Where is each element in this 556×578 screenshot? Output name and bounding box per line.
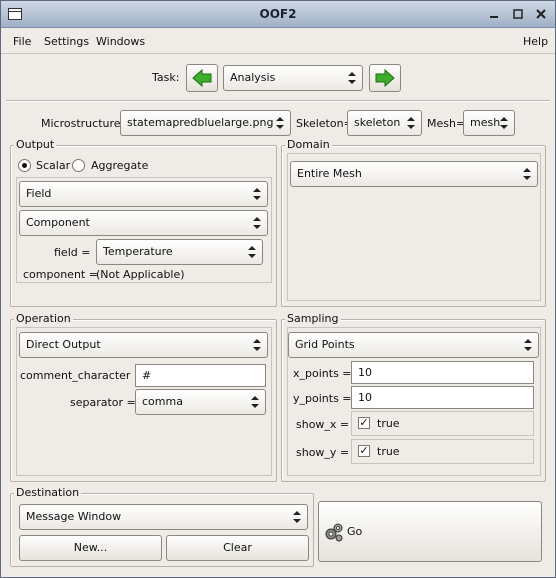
combo-arrows-icon (253, 188, 261, 200)
destination-select[interactable]: Message Window (19, 504, 308, 530)
combo-arrows-icon (293, 511, 301, 523)
task-label: Task: (152, 71, 180, 84)
sampling-title: Sampling (285, 312, 341, 325)
combo-arrows-icon (248, 246, 256, 258)
go-button[interactable]: Go (318, 501, 542, 562)
operation-title: Operation (14, 312, 73, 325)
y-points-input[interactable]: 10 (351, 386, 534, 409)
skeleton-value: skeleton (354, 116, 401, 129)
comment-character-label: comment_character = (20, 369, 144, 382)
combo-arrows-icon (251, 396, 259, 408)
show-x-label: show_x = (296, 418, 350, 431)
combo-arrows-icon (524, 339, 532, 351)
component-type-select[interactable]: Component (19, 210, 268, 236)
operation-value: Direct Output (26, 338, 101, 351)
clear-destination-button[interactable]: Clear (166, 535, 309, 561)
sampling-value: Grid Points (295, 338, 355, 351)
mesh-select[interactable]: mesh (463, 110, 515, 136)
combo-arrows-icon (407, 117, 415, 129)
combo-arrows-icon (348, 72, 356, 84)
separator-label: separator = (70, 396, 136, 409)
show-y-value: true (377, 445, 400, 458)
separator-select[interactable]: comma (135, 389, 266, 415)
sampling-select[interactable]: Grid Points (288, 332, 539, 358)
title-bar: OOF2 (1, 1, 555, 28)
separator-value: comma (142, 395, 183, 408)
mesh-label: Mesh= (427, 117, 466, 130)
combo-arrows-icon (500, 117, 508, 129)
field-select[interactable]: Temperature (96, 239, 263, 265)
combo-arrows-icon (253, 217, 261, 229)
show-y-label: show_y = (296, 446, 350, 459)
mesh-value: mesh (470, 116, 501, 129)
combo-arrows-icon (253, 339, 261, 351)
x-points-input[interactable]: 10 (351, 361, 534, 384)
microstructure-label: Microstructure= (41, 117, 130, 130)
component-type-value: Component (26, 216, 90, 229)
field-value: Temperature (103, 245, 173, 258)
aggregate-radio[interactable] (72, 159, 85, 172)
scalar-label: Scalar (36, 159, 71, 172)
field-type-value: Field (26, 187, 52, 200)
aggregate-label: Aggregate (91, 159, 149, 172)
skeleton-label: Skeleton= (296, 117, 353, 130)
operation-select[interactable]: Direct Output (19, 332, 268, 358)
output-title: Output (14, 138, 57, 151)
destination-value: Message Window (26, 510, 122, 523)
field-type-select[interactable]: Field (19, 181, 268, 207)
minimize-icon[interactable] (487, 7, 501, 21)
domain-title: Domain (285, 138, 332, 151)
task-select-value: Analysis (230, 71, 276, 84)
gears-icon (325, 523, 343, 542)
show-x-checkbox[interactable]: ✓ (358, 417, 370, 429)
main-window: OOF2 File Settings Windows Help Task: An… (0, 0, 556, 578)
combo-arrows-icon (523, 168, 531, 180)
domain-select[interactable]: Entire Mesh (290, 161, 538, 187)
x-points-label: x_points = (293, 367, 352, 380)
menu-help[interactable]: Help (523, 35, 548, 48)
comment-character-input[interactable]: # (135, 364, 266, 387)
destination-title: Destination (14, 486, 82, 499)
next-task-button[interactable] (369, 64, 401, 92)
window-title: OOF2 (259, 7, 297, 21)
menu-settings[interactable]: Settings (44, 35, 89, 48)
task-select[interactable]: Analysis (223, 65, 363, 91)
menu-bar: File Settings Windows Help (1, 28, 555, 54)
separator (6, 100, 550, 102)
prev-task-button[interactable] (186, 64, 218, 92)
left-arrow-icon (192, 68, 212, 88)
component-value: (Not Applicable) (96, 268, 185, 281)
skeleton-select[interactable]: skeleton (347, 110, 422, 136)
close-icon[interactable] (534, 7, 548, 21)
field-label: field = (54, 246, 91, 259)
combo-arrows-icon (276, 117, 284, 129)
go-label: Go (347, 525, 363, 538)
menu-windows[interactable]: Windows (96, 35, 145, 48)
show-x-value: true (377, 417, 400, 430)
maximize-icon[interactable] (511, 7, 525, 21)
scalar-radio[interactable] (18, 159, 31, 172)
right-arrow-icon (375, 68, 395, 88)
component-label: component = (23, 268, 98, 281)
menu-file[interactable]: File (13, 35, 31, 48)
microstructure-select[interactable]: statemapredbluelarge.png (120, 110, 291, 136)
domain-value: Entire Mesh (297, 167, 362, 180)
microstructure-value: statemapredbluelarge.png (127, 116, 274, 129)
y-points-label: y_points = (293, 392, 352, 405)
show-y-checkbox[interactable]: ✓ (358, 445, 370, 457)
new-destination-button[interactable]: New... (19, 535, 162, 561)
